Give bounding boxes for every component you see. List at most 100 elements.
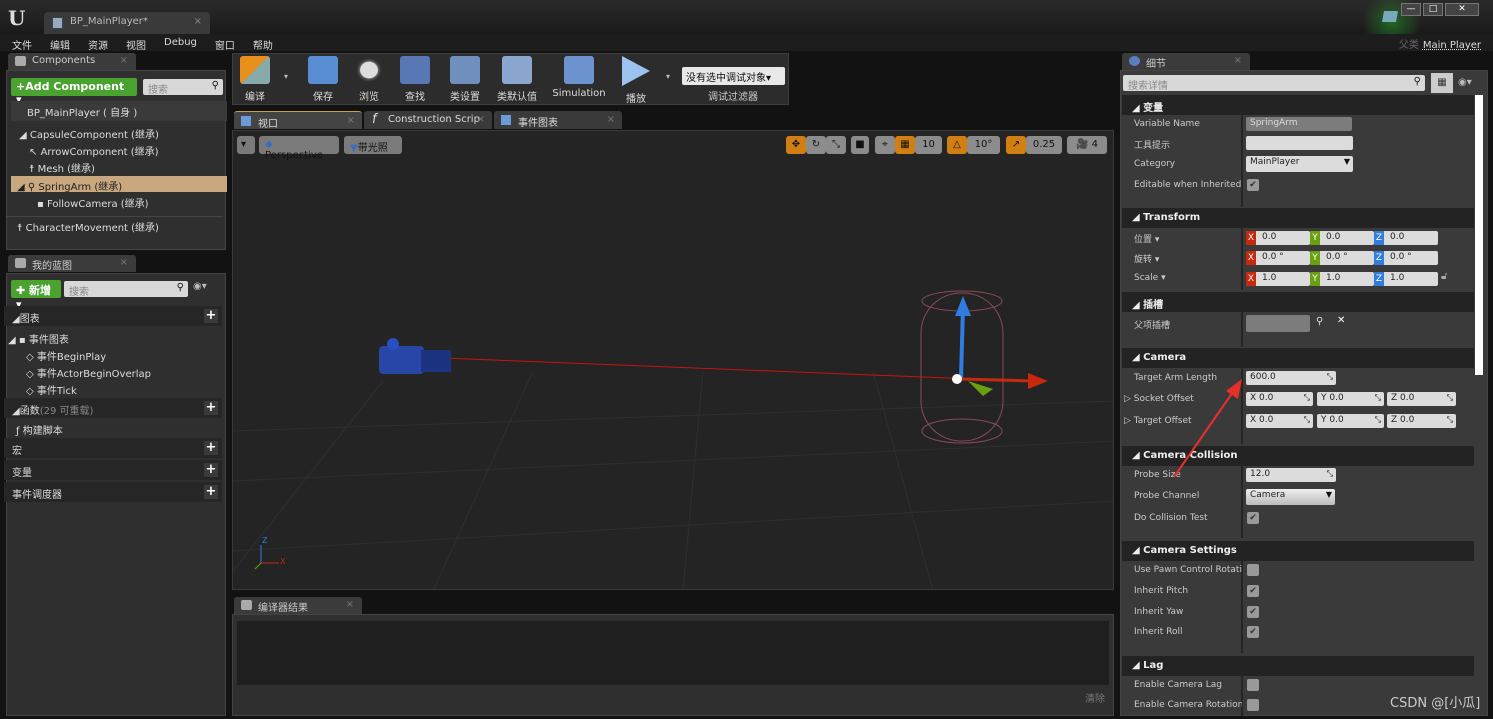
scale-label[interactable]: Scale ▾ [1134, 273, 1242, 283]
menu-debug[interactable]: Debug [164, 34, 205, 51]
close-tab-icon[interactable]: × [346, 599, 354, 610]
compile-options-dropdown[interactable]: ▾ [284, 72, 288, 81]
lit-mode-button[interactable]: ▼带光照 [344, 136, 402, 154]
section-graphs[interactable]: ◢图表 + [4, 306, 222, 326]
section-functions[interactable]: ◢函数(29 可重载) + [4, 398, 222, 418]
location-y-field[interactable]: Y 0.0 [1310, 231, 1374, 245]
location-z-field[interactable]: Z 0.0 [1374, 231, 1438, 245]
scale-z-field[interactable]: Z 1.0 [1374, 272, 1438, 286]
components-tab[interactable]: Components × [8, 53, 136, 70]
debug-object-select[interactable]: 没有选中调试对象▾ [682, 67, 785, 85]
close-tab-icon[interactable]: × [347, 115, 355, 126]
compile-button[interactable]: 编译 [236, 56, 274, 103]
section-variable[interactable]: ◢ 变量 [1122, 95, 1474, 115]
blueprint-search-input[interactable]: 搜索 ⚲ [64, 281, 188, 298]
scale-y-field[interactable]: Y 1.0 [1310, 272, 1374, 286]
inherit-pitch-checkbox[interactable]: ✔ [1247, 585, 1259, 597]
construction-script-item[interactable]: ƒ 构建脚本 [16, 420, 232, 437]
pawn-rotation-checkbox[interactable] [1247, 564, 1259, 576]
rotation-snap-value[interactable]: 10° [967, 136, 1000, 154]
compiler-results-tab[interactable]: 编译器结果 × [234, 597, 362, 614]
camera-speed-button[interactable]: 🎥 4 [1067, 136, 1107, 154]
surface-snap-icon[interactable]: ⌖ [875, 136, 895, 154]
variable-name-field[interactable]: SpringArm [1246, 117, 1352, 131]
close-tab-icon[interactable]: × [194, 16, 202, 27]
clear-button[interactable]: 清除 [1085, 690, 1105, 705]
menu-asset[interactable]: 资源 [88, 34, 116, 52]
close-tab-icon[interactable]: × [120, 257, 128, 268]
menu-help[interactable]: 帮助 [253, 34, 281, 52]
property-matrix-icon[interactable]: ▦ [1431, 73, 1453, 93]
section-camera-settings[interactable]: ◢ Camera Settings [1122, 541, 1474, 561]
grid-snap-icon[interactable]: ▦ [895, 136, 915, 154]
viewport[interactable] [232, 130, 1114, 590]
components-search-input[interactable]: 搜索 ⚲ [143, 79, 223, 96]
add-macro-button[interactable]: + [204, 441, 218, 455]
world-local-icon[interactable]: ■ [851, 136, 869, 154]
tooltip-field[interactable] [1246, 136, 1353, 150]
scale-snap-value[interactable]: 0.25 [1026, 136, 1062, 154]
rotation-snap-icon[interactable]: △ [947, 136, 967, 154]
viewport-options-button[interactable]: ▾ [237, 136, 255, 154]
save-button[interactable]: 保存 [306, 56, 340, 103]
details-search-input[interactable]: 搜索详情 ⚲ [1123, 75, 1425, 92]
parent-socket-field[interactable] [1246, 315, 1310, 332]
add-component-button[interactable]: +Add Component ▾ [11, 78, 137, 106]
tab-event-graph[interactable]: 事件图表 × [494, 111, 622, 129]
camera-lag-checkbox[interactable] [1247, 679, 1259, 691]
target-offset-z[interactable]: Z 0.0 ⤡ [1387, 414, 1456, 428]
clear-x-icon[interactable]: ✕ [1337, 315, 1345, 326]
details-tab[interactable]: 细节 × [1122, 53, 1250, 70]
new-button[interactable]: ✚ 新增 ▾ [11, 280, 61, 311]
event-item[interactable]: ◇ 事件Tick [26, 380, 242, 397]
inherit-yaw-checkbox[interactable]: ✔ [1247, 606, 1259, 618]
menu-view[interactable]: 视图 [126, 34, 154, 52]
probe-channel-select[interactable]: Camera ▼ [1246, 489, 1335, 505]
category-select[interactable]: MainPlayer ▼ [1246, 156, 1353, 172]
play-button[interactable]: 播放 [618, 56, 654, 105]
close-tab-icon[interactable]: × [120, 55, 128, 66]
socket-offset-y[interactable]: Y 0.0 ⤡ [1317, 392, 1384, 406]
tab-construction-script[interactable]: f Construction Scrip × [364, 111, 492, 129]
perspective-button[interactable]: ◆ Perspective [259, 136, 339, 161]
menu-edit[interactable]: 编辑 [50, 34, 78, 52]
component-charactermovement[interactable]: ☨ CharacterMovement (继承) [7, 216, 223, 234]
find-button[interactable]: 查找 [398, 56, 432, 103]
add-dispatcher-button[interactable]: + [204, 485, 218, 499]
browse-button[interactable]: 浏览 [352, 56, 386, 103]
search-icon[interactable]: ⚲ [1316, 316, 1323, 327]
scale-tool-icon[interactable]: ⤡ [826, 136, 846, 154]
source-control-icon[interactable] [1382, 11, 1398, 22]
socket-offset-z[interactable]: Z 0.0 ⤡ [1387, 392, 1456, 406]
add-graph-button[interactable]: + [204, 309, 218, 323]
menu-file[interactable]: 文件 [12, 34, 40, 52]
menu-window[interactable]: 窗口 [215, 34, 243, 52]
location-label[interactable]: 位置 ▾ [1134, 232, 1242, 245]
rotation-lag-checkbox[interactable] [1247, 699, 1259, 711]
section-macros[interactable]: 宏 + [4, 438, 222, 458]
grid-snap-value[interactable]: 10 [915, 136, 942, 154]
component-root[interactable]: BP_MainPlayer ( 自身 ) [11, 101, 227, 121]
rotation-label[interactable]: 旋转 ▾ [1134, 252, 1242, 265]
simulation-button[interactable]: Simulation [552, 56, 606, 99]
add-variable-button[interactable]: + [204, 463, 218, 477]
class-defaults-button[interactable]: 类默认值 [494, 56, 540, 103]
editable-inherited-checkbox[interactable]: ✔ [1247, 179, 1259, 191]
close-icon[interactable]: ✕ [1445, 3, 1479, 16]
close-tab-icon[interactable]: × [477, 114, 485, 125]
visibility-eye-icon[interactable]: ◉▾ [193, 281, 207, 292]
close-tab-icon[interactable]: × [607, 114, 615, 125]
component-capsule[interactable]: ◢ CapsuleComponent (继承) [7, 124, 223, 141]
component-mesh[interactable]: ☨ Mesh (继承) [7, 158, 223, 175]
event-graph-item[interactable]: ◢ ▪ 事件图表 [8, 329, 224, 346]
lock-icon[interactable]: 🔓︎ [1441, 271, 1447, 282]
rotation-z-field[interactable]: Z 0.0 ° [1374, 251, 1438, 265]
rotate-tool-icon[interactable]: ↻ [806, 136, 826, 154]
section-variables[interactable]: 变量 + [4, 460, 222, 480]
target-offset-y[interactable]: Y 0.0 ⤡ [1317, 414, 1384, 428]
event-item[interactable]: ◇ 事件BeginPlay [26, 346, 242, 363]
section-lag[interactable]: ◢ Lag [1122, 656, 1474, 676]
my-blueprint-tab[interactable]: 我的蓝图 × [8, 255, 136, 272]
section-camera[interactable]: ◢ Camera [1122, 348, 1474, 368]
component-followcamera[interactable]: ▪ FollowCamera (继承) [7, 193, 223, 210]
